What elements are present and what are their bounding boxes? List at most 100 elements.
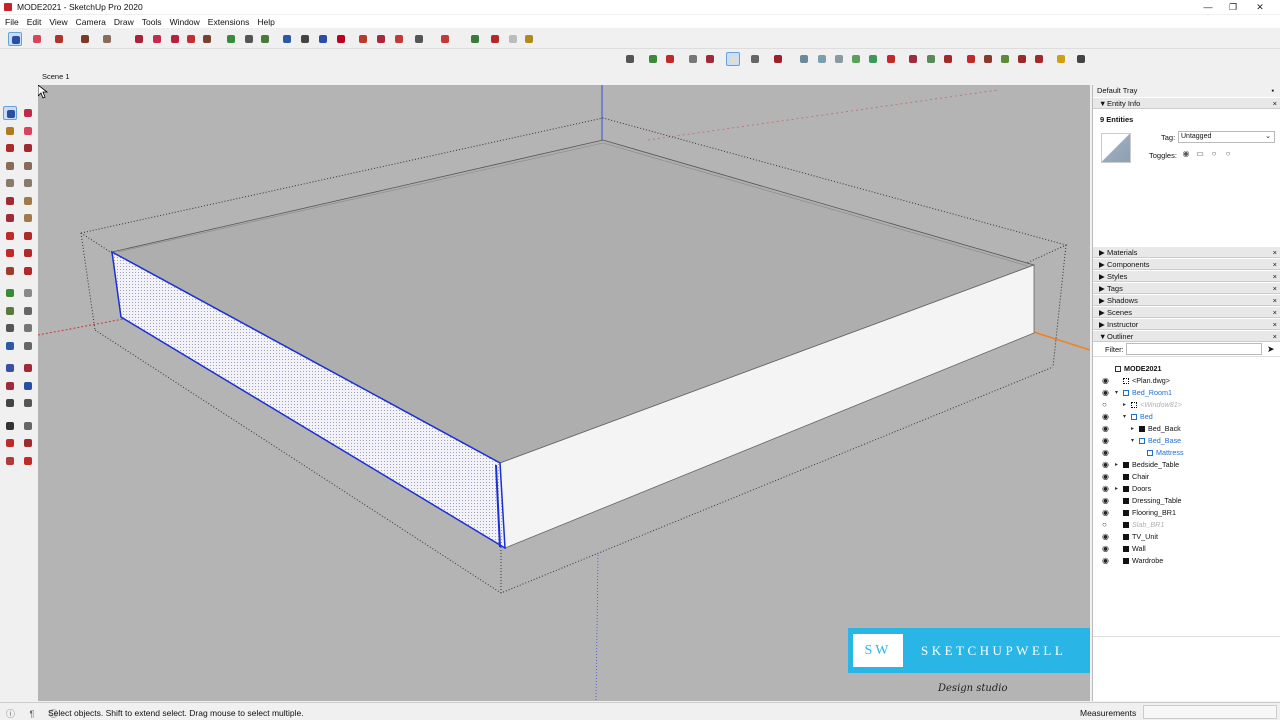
walk-icon[interactable]: [3, 419, 17, 433]
rectangle-tool-icon[interactable]: [100, 32, 114, 46]
front-view-icon[interactable]: [663, 52, 677, 66]
close-icon[interactable]: ×: [1273, 271, 1277, 282]
dimension-icon[interactable]: [21, 286, 35, 300]
panel-entity-info[interactable]: ▼Entity Info ×: [1093, 97, 1280, 109]
eye-icon[interactable]: ◉: [1102, 459, 1110, 471]
position-camera-icon[interactable]: [3, 396, 17, 410]
3d-text-icon[interactable]: [21, 321, 35, 335]
zoom-extents-icon[interactable]: [3, 379, 17, 393]
eye-icon[interactable]: ◉: [1102, 531, 1110, 543]
tag-select[interactable]: Untagged ⌄: [1178, 131, 1275, 143]
panel-scenes[interactable]: ▶ Scenes ×: [1093, 306, 1280, 318]
lock-toggle-icon[interactable]: ▭: [1195, 149, 1205, 159]
panel-tags[interactable]: ▶ Tags ×: [1093, 282, 1280, 294]
polygon-tool-icon[interactable]: [21, 176, 35, 190]
pan-icon[interactable]: [298, 32, 312, 46]
scene-tab[interactable]: Scene 1: [38, 71, 74, 83]
line-tool-icon[interactable]: [52, 32, 66, 46]
close-icon[interactable]: ×: [1273, 307, 1277, 318]
scene-delete-icon[interactable]: [981, 52, 995, 66]
modeling-viewport[interactable]: SW SKETCHUPWELL Design studio: [38, 85, 1090, 701]
tag-icon[interactable]: [998, 52, 1012, 66]
scale-tool-icon[interactable]: [200, 32, 214, 46]
tray-pin-icon[interactable]: ▪: [1271, 85, 1274, 97]
protractor-icon[interactable]: [258, 32, 272, 46]
restore-button[interactable]: ❐: [1221, 1, 1245, 13]
xray-icon[interactable]: [748, 52, 762, 66]
extension-icon[interactable]: [488, 32, 502, 46]
zoom-icon[interactable]: [3, 361, 17, 375]
left-view-icon[interactable]: [726, 52, 740, 66]
minimize-button[interactable]: —: [1196, 1, 1220, 13]
section-plane-icon[interactable]: [374, 32, 388, 46]
hidden-eye-icon[interactable]: ○: [1102, 399, 1110, 411]
eye-icon[interactable]: ◉: [1102, 387, 1110, 399]
tape-measure-icon[interactable]: [3, 286, 17, 300]
panel-outliner[interactable]: ▼Outliner ×: [1093, 330, 1280, 342]
back-view-icon[interactable]: [703, 52, 717, 66]
orbit-icon[interactable]: [280, 32, 294, 46]
menu-window[interactable]: Window: [170, 17, 200, 27]
move-tool-icon[interactable]: [3, 229, 17, 243]
ruby-icon[interactable]: [438, 32, 452, 46]
sketchup-logo-icon[interactable]: [21, 454, 35, 468]
paint-bucket-icon[interactable]: [3, 124, 17, 138]
eye-icon[interactable]: ◉: [1102, 375, 1110, 387]
eraser-tool-icon[interactable]: [21, 124, 35, 138]
eye-icon[interactable]: ◉: [1102, 555, 1110, 567]
text-tool-icon[interactable]: [21, 304, 35, 318]
close-window-button[interactable]: ✕: [1248, 1, 1272, 13]
expand-toggle-icon[interactable]: ▾: [1123, 411, 1126, 423]
material-swatch[interactable]: [1101, 133, 1131, 163]
filter-input[interactable]: [1126, 343, 1262, 355]
layout-icon[interactable]: [3, 454, 17, 468]
panel-shadows[interactable]: ▶ Shadows ×: [1093, 294, 1280, 306]
eye-icon[interactable]: ◉: [1102, 483, 1110, 495]
panel-instructor[interactable]: ▶ Instructor ×: [1093, 318, 1280, 330]
pie-tool-icon[interactable]: [21, 194, 35, 208]
eye-icon[interactable]: ◉: [1102, 435, 1110, 447]
panel-styles[interactable]: ▶ Styles ×: [1093, 270, 1280, 282]
rotate-tool-icon[interactable]: [3, 246, 17, 260]
wireframe-icon[interactable]: [797, 52, 811, 66]
bed-base-top-face[interactable]: [110, 139, 1036, 464]
scene-update-icon[interactable]: [964, 52, 978, 66]
close-icon[interactable]: ×: [1273, 331, 1277, 342]
line-tool-icon[interactable]: [3, 141, 17, 155]
eye-icon[interactable]: ◉: [1102, 507, 1110, 519]
axes-tool-icon[interactable]: [3, 321, 17, 335]
close-icon[interactable]: ×: [1273, 283, 1277, 294]
warehouse-icon[interactable]: [468, 32, 482, 46]
eye-icon[interactable]: ◉: [1102, 495, 1110, 507]
zoom-icon[interactable]: [316, 32, 330, 46]
section-cut-icon[interactable]: [884, 52, 898, 66]
push-pull-tool-icon[interactable]: [21, 229, 35, 243]
menu-file[interactable]: File: [5, 17, 19, 27]
monochrome-icon[interactable]: [866, 52, 880, 66]
camera-icon[interactable]: [412, 32, 426, 46]
scale-tool-icon[interactable]: [3, 264, 17, 278]
eraser-tool-icon[interactable]: [30, 32, 44, 46]
extension-warehouse-icon[interactable]: [21, 436, 35, 450]
section-plane-icon[interactable]: [21, 419, 35, 433]
model-canvas[interactable]: [38, 85, 1090, 701]
menu-camera[interactable]: Camera: [76, 17, 106, 27]
pan-icon[interactable]: [21, 339, 35, 353]
arc-tool-icon[interactable]: [78, 32, 92, 46]
hidden-eye-icon[interactable]: ○: [1102, 519, 1110, 531]
display-section-icon[interactable]: [924, 52, 938, 66]
eye-icon[interactable]: ◉: [1102, 411, 1110, 423]
visible-toggle-eye-icon[interactable]: ◉: [1181, 149, 1191, 159]
scene-add-icon[interactable]: [941, 52, 955, 66]
rectangle-tool-icon[interactable]: [3, 159, 17, 173]
tape-measure-icon[interactable]: [224, 32, 238, 46]
menu-extensions[interactable]: Extensions: [208, 17, 250, 27]
hidden-line-icon[interactable]: [815, 52, 829, 66]
offset-tool-icon[interactable]: [150, 32, 164, 46]
expand-toggle-icon[interactable]: ▸: [1131, 423, 1134, 435]
previous-view-icon[interactable]: [21, 379, 35, 393]
cast-shadows-toggle-icon[interactable]: ○: [1209, 149, 1219, 159]
expand-toggle-icon[interactable]: ▾: [1131, 435, 1134, 447]
right-view-icon[interactable]: [686, 52, 700, 66]
close-icon[interactable]: ×: [1273, 247, 1277, 258]
